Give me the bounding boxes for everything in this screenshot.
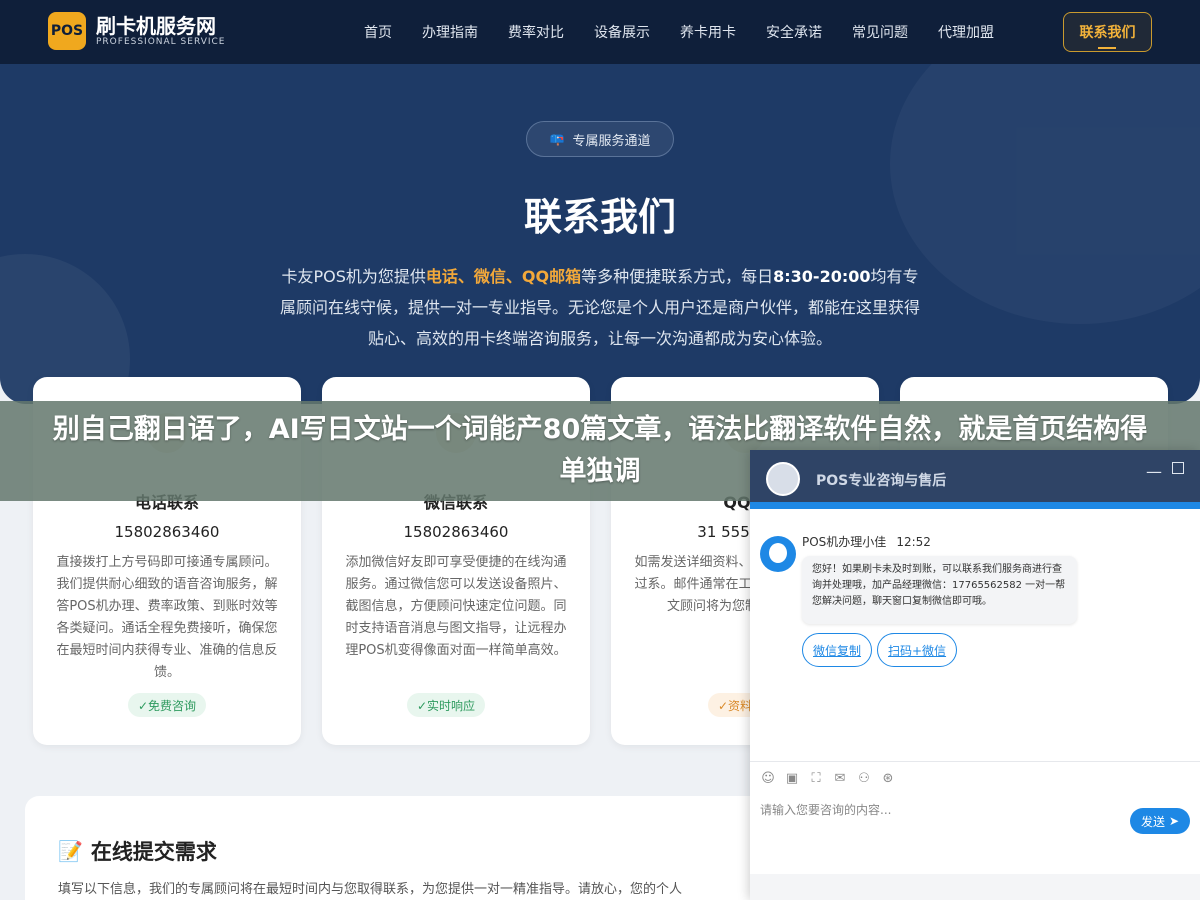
chat-widget: POS专业咨询与售后 — POS机办理小佳 12:52 您好！如果刷卡未及时到账，… xyxy=(750,450,1200,900)
nav-devices[interactable]: 设备展示 xyxy=(594,22,650,42)
agent-message-avatar xyxy=(760,536,796,572)
wechat-icon[interactable]: ⊛ xyxy=(880,770,896,786)
service-channel-pill: 📪 专属服务通道 xyxy=(526,121,674,157)
site-header: POS 刷卡机服务网 PROFESSIONAL SERVICE 首页 办理指南 … xyxy=(0,0,1200,64)
wechat-id[interactable]: 15802863460 xyxy=(322,523,590,541)
nav-card-use[interactable]: 养卡用卡 xyxy=(680,22,736,42)
nav-agent[interactable]: 代理加盟 xyxy=(938,22,994,42)
nav-faq[interactable]: 常见问题 xyxy=(852,22,908,42)
desc-hours: 8:30-20:00 xyxy=(773,267,871,286)
copy-wechat-button[interactable]: 微信复制 xyxy=(802,633,873,667)
page-title: 联系我们 xyxy=(523,195,676,239)
nav-security[interactable]: 安全承诺 xyxy=(766,22,822,42)
hero-section: 📪 专属服务通道 联系我们 卡友POS机为您提供电话、微信、QQ邮箱等多种便捷联… xyxy=(0,64,1200,404)
emoji-icon[interactable]: ☺ xyxy=(760,770,776,786)
mailbox-icon: 📪 xyxy=(549,132,565,146)
card-description: 直接拨打上方号码即可接通专属顾问。我们提供耐心细致的语音咨询服务，解答POS机办… xyxy=(56,555,278,680)
send-button[interactable]: 发送 ➤ xyxy=(1130,808,1190,834)
screenshot-icon[interactable]: ⛶ xyxy=(808,770,824,786)
contact-us-button[interactable]: 联系我们 xyxy=(1063,12,1152,52)
rating-icon[interactable]: ⚇ xyxy=(856,770,872,786)
phone-number[interactable]: 15802863460 xyxy=(33,523,301,541)
image-icon[interactable]: ▣ xyxy=(784,770,800,786)
desc-highlight: 电话、微信、QQ邮箱 xyxy=(425,267,582,286)
message-time: 12:52 xyxy=(896,535,931,549)
nav-home[interactable]: 首页 xyxy=(364,22,392,42)
form-description: 填写以下信息，我们的专属顾问将在最短时间内与您取得联系，为您提供一对一精准指导。… xyxy=(58,882,683,897)
site-logo[interactable]: POS 刷卡机服务网 PROFESSIONAL SERVICE xyxy=(48,12,226,50)
chat-message-input[interactable] xyxy=(760,800,1120,820)
divider xyxy=(750,761,1200,762)
logo-badge: POS xyxy=(48,12,86,50)
card-description: 添加微信好友即可享受便捷的在线沟通服务。通过微信您可以发送设备照片、截图信息，方… xyxy=(345,555,567,658)
active-nav-indicator xyxy=(1098,47,1116,49)
desc-part: 卡友POS机为您提供 xyxy=(281,267,426,286)
maximize-icon[interactable] xyxy=(1172,462,1184,474)
form-title: 📝 在线提交需求 xyxy=(58,836,217,866)
pill-label: 专属服务通道 xyxy=(572,133,651,149)
hero-description: 卡友POS机为您提供电话、微信、QQ邮箱等多种便捷联系方式，每日8:30-20:… xyxy=(275,261,925,354)
nav-guide[interactable]: 办理指南 xyxy=(422,22,478,42)
logo-title: 刷卡机服务网 xyxy=(96,14,216,38)
realtime-response-badge: ✓实时响应 xyxy=(407,693,486,717)
free-consult-badge: ✓免费咨询 xyxy=(128,693,207,717)
desc-part: 等多种便捷联系方式，每日 xyxy=(581,267,774,286)
feedback-icon[interactable]: ✉ xyxy=(832,770,848,786)
chat-header: POS专业咨询与售后 — xyxy=(750,450,1200,502)
send-label: 发送 xyxy=(1140,814,1165,829)
logo-text: 刷卡机服务网 PROFESSIONAL SERVICE xyxy=(96,15,226,47)
nav-rates[interactable]: 费率对比 xyxy=(508,22,564,42)
memo-icon: 📝 xyxy=(58,839,83,863)
form-title-text: 在线提交需求 xyxy=(90,840,217,864)
main-nav: 首页 办理指南 费率对比 设备展示 养卡用卡 安全承诺 常见问题 代理加盟 xyxy=(364,0,1024,64)
chat-footer xyxy=(750,874,1200,900)
logo-subtitle: PROFESSIONAL SERVICE xyxy=(96,37,226,47)
avatar-face xyxy=(769,543,787,563)
send-icon: ➤ xyxy=(1168,814,1180,828)
scan-add-wechat-button[interactable]: 扫码+微信 xyxy=(877,633,958,667)
message-bubble: 您好！如果刷卡未及时到账，可以联系我们服务商进行查询并处理哦，加产品经理微信：1… xyxy=(802,556,1077,624)
chat-toolbar: ☺ ▣ ⛶ ✉ ⚇ ⊛ xyxy=(760,770,904,786)
agent-avatar xyxy=(766,462,800,496)
chat-title: POS专业咨询与售后 xyxy=(816,473,947,489)
message-sender: POS机办理小佳 12:52 xyxy=(802,533,931,550)
minimize-icon[interactable]: — xyxy=(1146,462,1162,481)
chat-accent-bar xyxy=(750,502,1200,509)
sender-name: POS机办理小佳 xyxy=(802,535,887,549)
demand-form-section: 📝 在线提交需求 填写以下信息，我们的专属顾问将在最短时间内与您取得联系，为您提… xyxy=(25,796,785,900)
